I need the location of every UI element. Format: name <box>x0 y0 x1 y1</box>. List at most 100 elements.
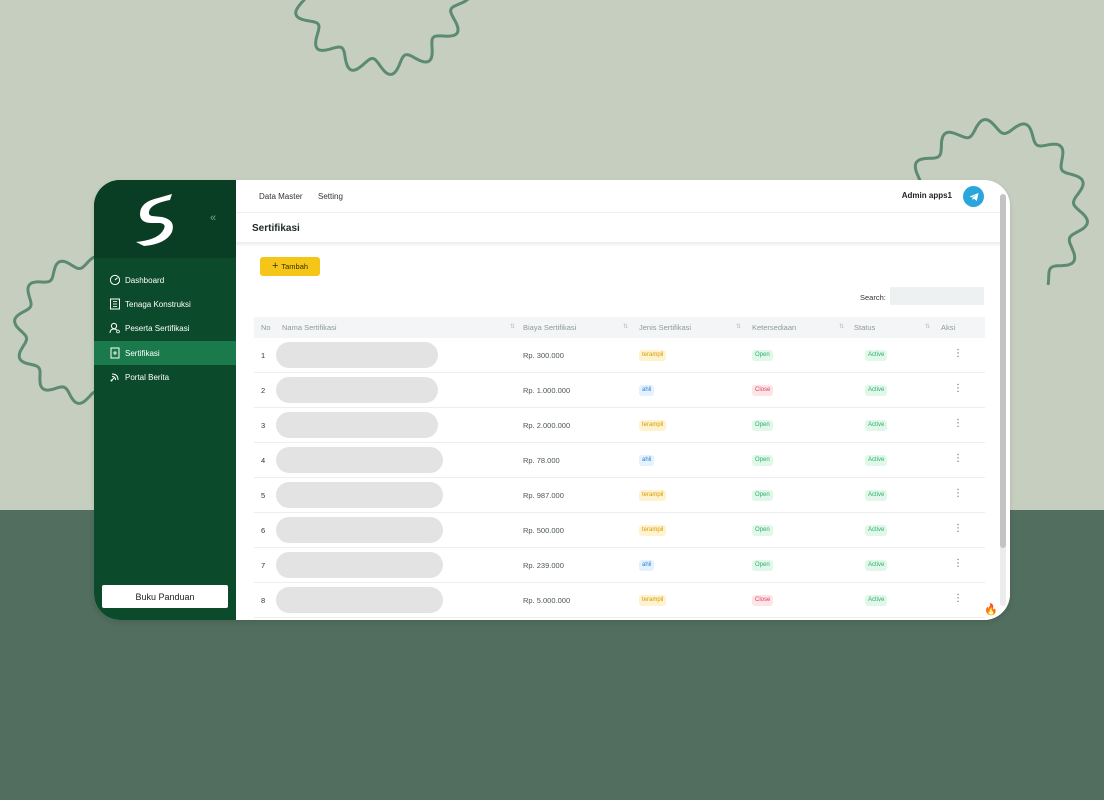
building-icon <box>109 298 121 310</box>
row-number: 7 <box>261 561 266 570</box>
logo-area: « <box>94 180 236 258</box>
row-number: 8 <box>261 596 266 605</box>
type-badge: terampil <box>639 525 667 536</box>
sidebar-item-dashboard[interactable]: Dashboard <box>94 268 236 292</box>
more-actions-icon[interactable]: ⋮ <box>953 453 963 464</box>
name-placeholder <box>276 342 438 368</box>
row-number: 4 <box>261 456 266 465</box>
double-chevron-left-icon[interactable]: « <box>210 213 216 224</box>
tambah-button[interactable]: + Tambah <box>260 257 320 276</box>
app-window: « Dashboard Tenaga Konstruksi Peserta Se… <box>94 180 1010 620</box>
name-placeholder <box>276 447 443 473</box>
vertical-scrollbar[interactable] <box>1000 194 1006 606</box>
s-logo <box>136 194 173 246</box>
sidebar-item-peserta-sertifikasi[interactable]: Peserta Sertifikasi <box>94 316 236 340</box>
table-row: 1 Rp. 300.000 terampil Open Active ⋮ <box>254 338 985 373</box>
sidebar-item-label: Peserta Sertifikasi <box>125 323 190 333</box>
table-header: No Nama Sertifikasi ⇅ Biaya Sertifikasi … <box>254 317 985 338</box>
certificate-icon <box>109 347 121 359</box>
fee-value: Rp. 2.000.000 <box>523 421 571 430</box>
sidebar-item-label: Dashboard <box>125 275 165 285</box>
fee-value: Rp. 500.000 <box>523 526 564 535</box>
table-row: 8 Rp. 5.000.000 terampil Close Active ⋮ <box>254 583 985 618</box>
availability-badge: Open <box>752 350 773 361</box>
row-number: 1 <box>261 351 266 360</box>
flame-icon: 🔥 <box>984 604 998 616</box>
availability-badge: Open <box>752 560 773 571</box>
availability-badge: Open <box>752 490 773 501</box>
header-nama-sertifikasi[interactable]: Nama Sertifikasi <box>282 323 337 332</box>
more-actions-icon[interactable]: ⋮ <box>953 383 963 394</box>
scrollbar-thumb[interactable] <box>1000 194 1006 548</box>
header-jenis-sertifikasi[interactable]: Jenis Sertifikasi <box>639 323 691 332</box>
fee-value: Rp. 1.000.000 <box>523 386 571 395</box>
fee-value: Rp. 300.000 <box>523 351 564 360</box>
user-name: Admin apps1 <box>901 191 952 200</box>
name-placeholder <box>276 587 443 613</box>
more-actions-icon[interactable]: ⋮ <box>953 418 963 429</box>
sidebar-item-label: Portal Berita <box>125 372 170 382</box>
top-navbar: Data Master Setting Admin apps1 <box>236 180 1000 213</box>
menu-data-master[interactable]: Data Master <box>259 192 303 201</box>
type-badge: terampil <box>639 420 667 431</box>
table-row: 5 Rp. 987.000 terampil Open Active ⋮ <box>254 478 985 513</box>
sidebar-item-sertifikasi[interactable]: Sertifikasi <box>94 341 236 365</box>
plus-icon: + <box>271 260 279 272</box>
type-badge: terampil <box>639 490 667 501</box>
sort-icon[interactable]: ⇅ <box>736 323 741 330</box>
header-status[interactable]: Status <box>854 323 875 332</box>
type-badge: terampil <box>639 595 667 606</box>
type-badge: ahli <box>639 560 655 571</box>
user-search-icon <box>109 322 121 334</box>
table-row: 7 Rp. 239.000 ahli Open Active ⋮ <box>254 548 985 583</box>
sidebar: « Dashboard Tenaga Konstruksi Peserta Se… <box>94 180 236 620</box>
status-badge: Active <box>865 350 888 361</box>
more-actions-icon[interactable]: ⋮ <box>953 523 963 534</box>
status-badge: Active <box>865 385 888 396</box>
more-actions-icon[interactable]: ⋮ <box>953 593 963 604</box>
type-badge: ahli <box>639 455 655 466</box>
more-actions-icon[interactable]: ⋮ <box>953 488 963 499</box>
gauge-icon <box>109 274 121 286</box>
status-badge: Active <box>865 595 888 606</box>
menu-setting[interactable]: Setting <box>318 192 343 201</box>
availability-badge: Close <box>752 595 774 606</box>
sidebar-item-tenaga-konstruksi[interactable]: Tenaga Konstruksi <box>94 292 236 316</box>
table-row: 4 Rp. 78.000 ahli Open Active ⋮ <box>254 443 985 478</box>
availability-badge: Close <box>752 385 774 396</box>
row-number: 3 <box>261 421 266 430</box>
status-badge: Active <box>865 560 888 571</box>
name-placeholder <box>276 482 443 508</box>
status-badge: Active <box>865 455 888 466</box>
fee-value: Rp. 5.000.000 <box>523 596 571 605</box>
sort-icon[interactable]: ⇅ <box>839 323 844 330</box>
table-row: 2 Rp. 1.000.000 ahli Close Active ⋮ <box>254 373 985 408</box>
telegram-icon[interactable] <box>963 186 984 207</box>
status-badge: Active <box>865 420 888 431</box>
header-biaya-sertifikasi[interactable]: Biaya Sertifikasi <box>523 323 576 332</box>
more-actions-icon[interactable]: ⋮ <box>953 348 963 359</box>
search-label: Search: <box>860 293 886 302</box>
header-aksi: Aksi <box>941 323 956 332</box>
name-placeholder <box>276 552 443 578</box>
fee-value: Rp. 987.000 <box>523 491 564 500</box>
page-title: Sertifikasi <box>252 223 300 234</box>
sidebar-item-portal-berita[interactable]: Portal Berita <box>94 365 236 389</box>
type-badge: terampil <box>639 350 667 361</box>
table-row: 6 Rp. 500.000 terampil Open Active ⋮ <box>254 513 985 548</box>
table-row: 3 Rp. 2.000.000 terampil Open Active ⋮ <box>254 408 985 443</box>
more-actions-icon[interactable]: ⋮ <box>953 558 963 569</box>
sidebar-item-label: Sertifikasi <box>125 348 160 358</box>
availability-badge: Open <box>752 525 773 536</box>
header-ketersediaan[interactable]: Ketersediaan <box>752 323 796 332</box>
buku-panduan-button[interactable]: Buku Panduan <box>102 585 228 608</box>
sort-icon[interactable]: ⇅ <box>510 323 515 330</box>
status-badge: Active <box>865 490 888 501</box>
row-number: 5 <box>261 491 266 500</box>
type-badge: ahli <box>639 385 655 396</box>
search-input[interactable] <box>890 287 984 305</box>
sort-icon[interactable]: ⇅ <box>623 323 628 330</box>
sort-icon[interactable]: ⇅ <box>925 323 930 330</box>
fee-value: Rp. 239.000 <box>523 561 564 570</box>
main-content: Data Master Setting Admin apps1 Sertifik… <box>236 180 1010 620</box>
